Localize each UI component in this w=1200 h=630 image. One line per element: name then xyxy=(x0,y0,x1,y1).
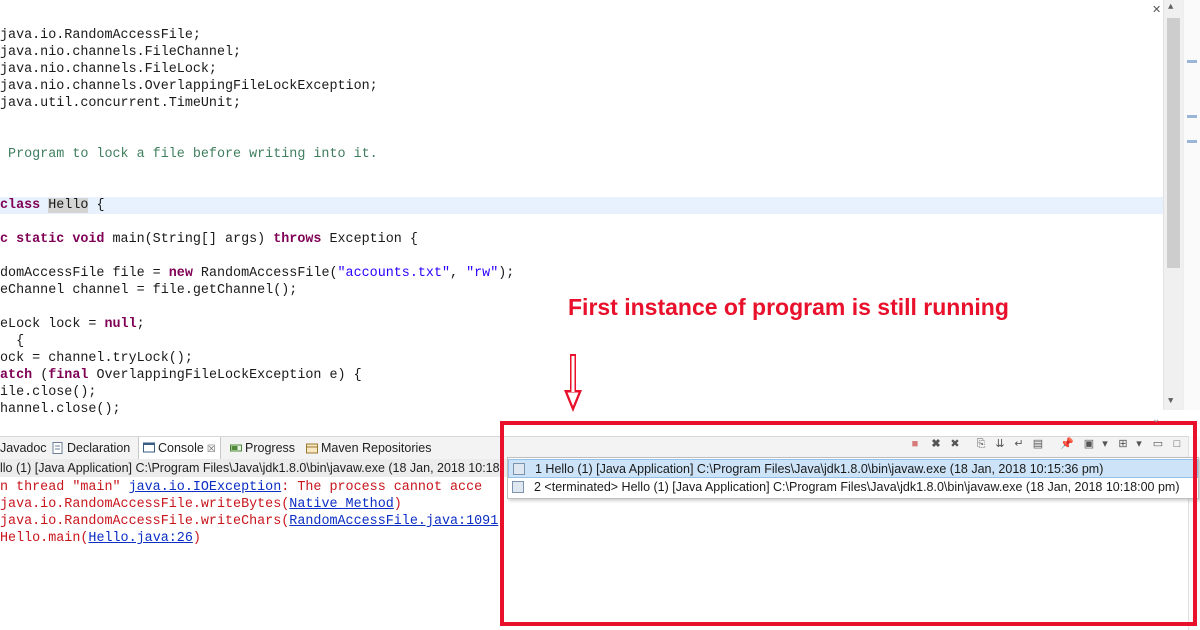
code-token: java.io.RandomAccessFile.writeBytes( xyxy=(0,497,290,512)
code-token: java.io.RandomAccessFile; xyxy=(0,28,201,43)
console-line: java.io.RandomAccessFile.writeChars(Rand… xyxy=(0,513,506,530)
code-token: throws xyxy=(273,232,330,247)
declaration-icon xyxy=(52,442,63,454)
code-line: Program to lock a file before writing in… xyxy=(0,146,378,163)
tab-close-icon[interactable]: ☒ xyxy=(207,444,216,455)
overview-mark[interactable] xyxy=(1187,60,1197,63)
code-token: OverlappingFileLockException e) { xyxy=(96,368,362,383)
tab-progress[interactable]: Progress xyxy=(230,441,295,455)
tab-maven-repositories[interactable]: Maven Repositories xyxy=(306,441,431,455)
console-line: n thread "main" java.io.IOException: The… xyxy=(0,479,482,496)
code-line: eLock lock = null; xyxy=(0,316,145,333)
code-token: { xyxy=(88,198,105,213)
code-token: java.nio.channels.FileChannel; xyxy=(0,45,242,60)
code-line: java.nio.channels.FileLock; xyxy=(0,61,217,78)
tab-label: Javadoc xyxy=(0,441,47,455)
code-token: n thread "main" xyxy=(0,480,129,495)
code-token: ); xyxy=(498,266,515,281)
code-token: java.nio.channels.FileLock; xyxy=(0,62,217,77)
code-token: java.util.concurrent.TimeUnit; xyxy=(0,96,242,111)
code-line: java.nio.channels.FileChannel; xyxy=(0,44,241,61)
code-token: main(String[] args) xyxy=(112,232,274,247)
current-line-highlight xyxy=(0,197,1163,214)
code-line: hannel.close(); xyxy=(0,401,121,415)
code-token: class xyxy=(0,198,49,213)
tab-label: Progress xyxy=(245,441,296,455)
scroll-up-icon[interactable]: ▲ xyxy=(1168,2,1173,12)
code-token: eChannel channel = file.getChannel(); xyxy=(0,283,298,298)
progress-icon xyxy=(230,444,242,452)
code-token: c static void xyxy=(0,232,113,247)
code-token: ) xyxy=(192,531,201,546)
code-token: atch xyxy=(0,368,41,383)
code-token: Program to lock a file before writing in… xyxy=(0,147,378,162)
code-token: Exception { xyxy=(329,232,418,247)
code-token: Hello.main( xyxy=(0,531,89,546)
code-token: final xyxy=(48,368,97,383)
tab-declaration[interactable]: Declaration xyxy=(52,441,130,455)
code-token: eLock lock = xyxy=(0,317,105,332)
console-icon xyxy=(143,442,155,453)
tab-label: Console xyxy=(158,441,204,455)
code-token: , xyxy=(450,266,467,281)
code-token: "rw" xyxy=(466,266,499,281)
editor-close-icon[interactable]: ✕ xyxy=(1152,3,1161,17)
code-line: { xyxy=(0,333,24,350)
code-line: eChannel channel = file.getChannel(); xyxy=(0,282,297,299)
code-token: RandomAccessFile( xyxy=(200,266,338,281)
code-line: class Hello { xyxy=(0,197,104,214)
stack-trace-link[interactable]: Hello.java:26 xyxy=(88,531,192,546)
code-token: ile.close(); xyxy=(0,385,97,400)
code-line: domAccessFile file = new RandomAccessFil… xyxy=(0,265,514,282)
code-token: : The process cannot acce xyxy=(281,480,483,495)
code-token: null xyxy=(104,317,137,332)
stack-trace-link[interactable]: RandomAccessFile.java:1091 xyxy=(289,514,498,529)
code-line: java.util.concurrent.TimeUnit; xyxy=(0,95,241,112)
overview-mark[interactable] xyxy=(1187,140,1197,143)
tab-console[interactable]: Console ☒ xyxy=(138,437,221,459)
code-token: ; xyxy=(136,317,145,332)
code-editor[interactable]: java.io.RandomAccessFile; java.nio.channe… xyxy=(0,0,1200,415)
code-line: ock = channel.tryLock(); xyxy=(0,350,193,367)
editor-vertical-scrollbar[interactable]: ▲ ▼ xyxy=(1163,0,1183,410)
code-token: hannel.close(); xyxy=(0,402,121,415)
code-token: Hello xyxy=(48,198,89,213)
code-token: "accounts.txt" xyxy=(337,266,451,281)
annotation-highlight-box xyxy=(500,421,1197,626)
overview-ruler[interactable] xyxy=(1183,0,1200,410)
stack-trace-link[interactable]: java.io.IOException xyxy=(129,480,282,495)
stack-trace-link[interactable]: Native Method xyxy=(289,497,393,512)
code-token: ock = channel.tryLock(); xyxy=(0,351,193,366)
console-line: Hello.main(Hello.java:26) xyxy=(0,530,201,547)
overview-mark[interactable] xyxy=(1187,115,1197,118)
annotation-text: First instance of program is still runni… xyxy=(568,294,1009,320)
code-token: domAccessFile file = xyxy=(0,266,169,281)
scrollbar-thumb[interactable] xyxy=(1167,18,1180,268)
console-line: java.io.RandomAccessFile.writeBytes(Nati… xyxy=(0,496,402,513)
code-line: c static void main(String[] args) throws… xyxy=(0,231,418,248)
annotation-arrow-icon xyxy=(564,354,582,412)
scroll-down-icon[interactable]: ▼ xyxy=(1168,396,1173,406)
code-token: java.nio.channels.OverlappingFileLockExc… xyxy=(0,79,378,94)
code-line: atch (final OverlappingFileLockException… xyxy=(0,367,362,384)
code-line: ile.close(); xyxy=(0,384,96,401)
code-token: java.io.RandomAccessFile.writeChars( xyxy=(0,514,290,529)
code-line: java.io.RandomAccessFile; xyxy=(0,27,201,44)
code-token: new xyxy=(168,266,201,281)
tab-label: Maven Repositories xyxy=(321,441,432,455)
maven-repositories-icon xyxy=(306,443,318,454)
code-token: { xyxy=(0,334,25,349)
fold-chevron-icon: ⌄ xyxy=(1152,414,1161,425)
code-token: ) xyxy=(393,497,402,512)
code-line: java.nio.channels.OverlappingFileLockExc… xyxy=(0,78,378,95)
tab-label: Declaration xyxy=(67,441,131,455)
console-launch-label: llo (1) [Java Application] C:\Program Fi… xyxy=(0,459,510,477)
tab-javadoc[interactable]: Javadoc xyxy=(0,441,47,455)
